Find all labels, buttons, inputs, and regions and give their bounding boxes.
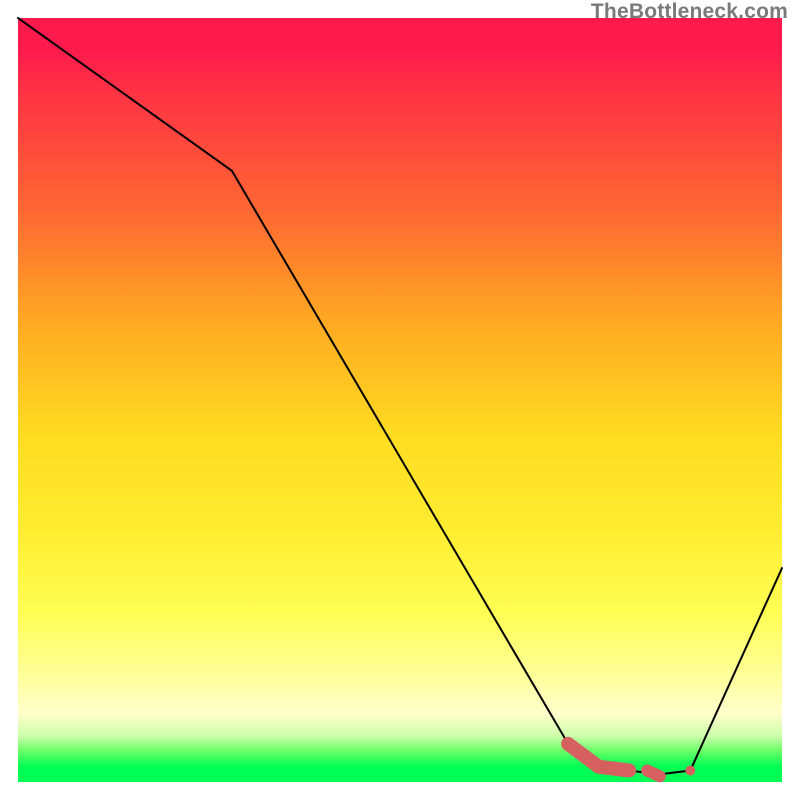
bottleneck-curve	[18, 18, 782, 774]
watermark-text: TheBottleneck.com	[591, 0, 788, 24]
chart-container: TheBottleneck.com	[0, 0, 800, 800]
chart-svg	[0, 0, 800, 800]
